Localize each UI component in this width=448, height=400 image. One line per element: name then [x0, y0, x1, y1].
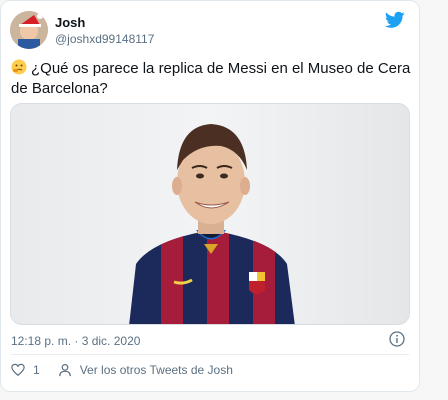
user-handle[interactable]: @joshxd99148117: [55, 32, 154, 46]
wax-figure-photo: [11, 104, 409, 324]
tweet-timestamp[interactable]: 12:18 p. m. · 3 dic. 2020: [11, 334, 140, 348]
avatar-image: [10, 11, 48, 49]
thinking-face-icon: [11, 59, 27, 75]
info-icon[interactable]: [389, 331, 405, 347]
tweet-card[interactable]: Josh @joshxd99148117 ¿Qué os parece la r…: [0, 0, 420, 392]
divider: [11, 354, 409, 355]
more-tweets-link[interactable]: Ver los otros Tweets de Josh: [80, 363, 233, 377]
twitter-bird-icon[interactable]: [385, 11, 405, 29]
display-name[interactable]: Josh: [55, 15, 85, 30]
tweet-text-line-1: ¿Qué os parece la replica de Messi en el…: [31, 60, 411, 77]
like-count[interactable]: 1: [33, 363, 40, 377]
tweet-media-image[interactable]: [10, 103, 410, 325]
person-icon[interactable]: [58, 363, 72, 377]
tweet-text: ¿Qué os parece la replica de Messi en el…: [11, 59, 411, 99]
tweet-text-line-2: de Barcelona?: [11, 80, 108, 97]
heart-icon[interactable]: [11, 363, 25, 377]
tweet-actions: 1 Ver los otros Tweets de Josh: [11, 363, 233, 377]
avatar[interactable]: [10, 11, 48, 49]
